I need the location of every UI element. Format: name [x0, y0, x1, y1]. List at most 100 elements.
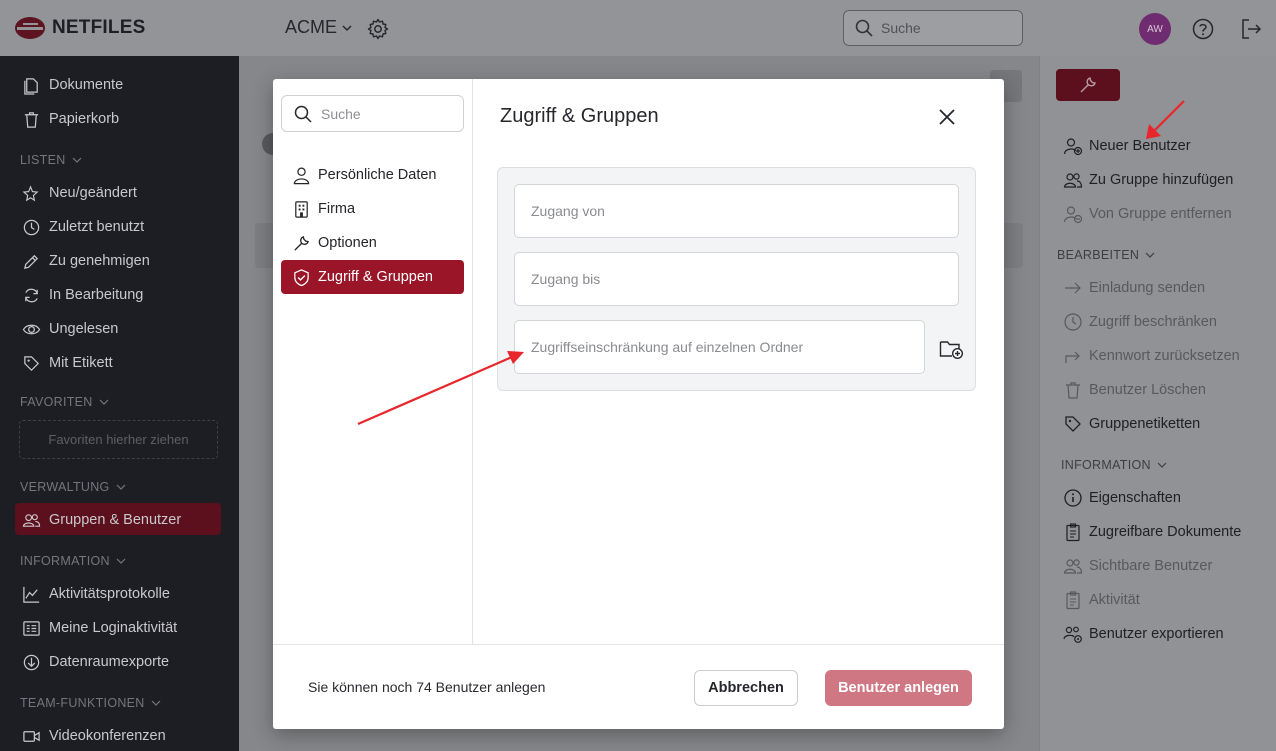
sidebar-item-documents[interactable]: Dokumente: [0, 68, 239, 102]
sidebar-item-login-activity[interactable]: Meine Loginaktivität: [0, 611, 239, 645]
dialog-nav-personal-data[interactable]: Persönliche Daten: [281, 158, 464, 192]
dialog-search-input[interactable]: Suche: [281, 95, 464, 132]
netfiles-logo[interactable]: NETFILES: [14, 16, 145, 40]
refresh-icon: [25, 288, 38, 302]
sidebar-item-label: Zuletzt benutzt: [49, 219, 145, 235]
sidebar-item-label: In Bearbeitung: [49, 287, 144, 303]
sidebar-item-recently-used[interactable]: Zuletzt benutzt: [0, 210, 239, 244]
org-selector[interactable]: ACME: [285, 17, 353, 38]
action-label: Eigenschaften: [1089, 490, 1181, 506]
section-label: BEARBEITEN: [1057, 248, 1140, 262]
send-invitation-action[interactable]: Einladung senden: [1063, 275, 1205, 301]
sidebar-item-label: Zu genehmigen: [49, 253, 150, 269]
chevron-down-icon: [342, 24, 352, 31]
chevron-down-icon: [72, 157, 81, 163]
close-icon[interactable]: [936, 106, 958, 128]
tag-icon: [1065, 416, 1081, 432]
section-lists[interactable]: LISTEN: [20, 153, 82, 167]
search-icon: [294, 105, 312, 123]
dialog-nav-options[interactable]: Optionen: [281, 226, 464, 260]
properties-action[interactable]: Eigenschaften: [1063, 485, 1181, 511]
folder-restriction-field[interactable]: Zugriffseinschränkung auf einzelnen Ordn…: [514, 320, 925, 374]
section-label: INFORMATION: [20, 554, 110, 568]
section-information[interactable]: INFORMATION: [20, 554, 126, 568]
action-label: Sichtbare Benutzer: [1089, 558, 1213, 574]
tools-button[interactable]: [1056, 69, 1120, 101]
favorites-drop-zone[interactable]: Favoriten hierher ziehen: [19, 420, 218, 459]
remove-from-group-action[interactable]: Von Gruppe entfernen: [1063, 201, 1232, 227]
action-label: Aktivität: [1089, 592, 1140, 608]
new-user-action[interactable]: Neuer Benutzer: [1063, 133, 1191, 159]
field-placeholder: Zugriffseinschränkung auf einzelnen Ordn…: [531, 339, 804, 355]
gear-icon[interactable]: [366, 17, 390, 41]
netfiles-logo-icon: [15, 17, 45, 39]
group-labels-action[interactable]: Gruppenetiketten: [1063, 411, 1200, 437]
action-label: Gruppenetiketten: [1089, 416, 1201, 432]
sidebar-item-label: Datenraumexporte: [49, 654, 170, 670]
sidebar-item-new-changed[interactable]: Neu/geändert: [0, 176, 239, 210]
action-label: Zu Gruppe hinzufügen: [1089, 172, 1234, 188]
sidebar-item-with-label[interactable]: Mit Etikett: [0, 346, 239, 380]
action-label: Kennwort zurücksetzen: [1089, 348, 1240, 364]
dialog-title: Zugriff & Gruppen: [500, 105, 659, 127]
section-administration[interactable]: VERWALTUNG: [20, 480, 126, 494]
login-list-icon: [23, 620, 40, 636]
visible-users-action[interactable]: Sichtbare Benutzer: [1063, 553, 1212, 579]
add-to-group-action[interactable]: Zu Gruppe hinzufügen: [1063, 167, 1233, 193]
access-from-field[interactable]: Zugang von: [514, 184, 959, 238]
section-favorites[interactable]: FAVORITEN: [20, 395, 109, 409]
section-team-functions[interactable]: TEAM-FUNKTIONEN: [20, 696, 161, 710]
sidebar-item-label: Dokumente: [49, 77, 124, 93]
sidebar-item-in-progress[interactable]: In Bearbeitung: [0, 278, 239, 312]
sidebar-item-dataroom-exports[interactable]: Datenraumexporte: [0, 645, 239, 679]
sidebar-item-unread[interactable]: Ungelesen: [0, 312, 239, 346]
sidebar-item-trash[interactable]: Papierkorb: [0, 102, 239, 136]
person-icon: [293, 166, 310, 184]
sidebar-item-groups-users[interactable]: Gruppen & Benutzer: [0, 503, 239, 537]
nav-label: Zugriff & Gruppen: [318, 269, 433, 285]
dialog-nav-access-groups[interactable]: Zugriff & Gruppen: [281, 260, 464, 294]
dialog-nav-company[interactable]: Firma: [281, 192, 464, 226]
trash-icon: [24, 111, 39, 128]
cancel-button[interactable]: Abbrechen: [694, 670, 798, 706]
restrict-access-action[interactable]: Zugriff beschränken: [1063, 309, 1217, 335]
forward-arrow-icon: [1065, 351, 1080, 363]
sidebar-item-label: Meine Loginaktivität: [49, 620, 178, 636]
action-label: Benutzer exportieren: [1089, 626, 1224, 642]
action-label: Einladung senden: [1089, 280, 1206, 296]
folder-add-icon[interactable]: [939, 338, 964, 360]
activity-action[interactable]: Aktivität: [1063, 587, 1140, 613]
logout-icon[interactable]: [1239, 17, 1263, 41]
tag-icon: [24, 355, 40, 371]
eye-icon: [22, 324, 41, 334]
search-placeholder: Suche: [881, 20, 921, 36]
section-label: TEAM-FUNKTIONEN: [20, 696, 145, 710]
sidebar-item-to-approve[interactable]: Zu genehmigen: [0, 244, 239, 278]
accessible-documents-action[interactable]: Zugreifbare Dokumente: [1063, 519, 1241, 545]
chevron-down-icon: [99, 399, 109, 405]
global-search-input[interactable]: Suche: [843, 10, 1023, 46]
delete-user-action[interactable]: Benutzer Löschen: [1063, 377, 1206, 403]
building-icon: [295, 200, 308, 218]
wrench-icon: [1080, 77, 1096, 93]
avatar[interactable]: AW: [1139, 13, 1171, 45]
section-edit[interactable]: BEARBEITEN: [1057, 248, 1155, 262]
section-information-right[interactable]: INFORMATION: [1061, 458, 1167, 472]
help-icon[interactable]: [1191, 17, 1215, 41]
action-label: Neuer Benutzer: [1089, 138, 1191, 154]
create-user-button[interactable]: Benutzer anlegen: [825, 670, 972, 706]
access-to-field[interactable]: Zugang bis: [514, 252, 959, 306]
user-add-icon: [1063, 138, 1083, 156]
trash-icon: [1066, 382, 1080, 399]
section-label: LISTEN: [20, 153, 66, 167]
sidebar-item-video-conferences[interactable]: Videokonferenzen: [0, 719, 239, 751]
sidebar-item-activity-logs[interactable]: Aktivitätsprotokolle: [0, 577, 239, 611]
reset-password-action[interactable]: Kennwort zurücksetzen: [1063, 343, 1240, 369]
chart-line-icon: [23, 586, 40, 603]
export-users-action[interactable]: Benutzer exportieren: [1063, 621, 1224, 647]
chevron-down-icon: [1157, 462, 1167, 468]
remaining-users-info: Sie können noch 74 Benutzer anlegen: [308, 679, 546, 695]
action-label: Zugreifbare Dokumente: [1089, 524, 1242, 540]
sidebar-item-label: Neu/geändert: [49, 185, 137, 201]
section-label: FAVORITEN: [20, 395, 93, 409]
